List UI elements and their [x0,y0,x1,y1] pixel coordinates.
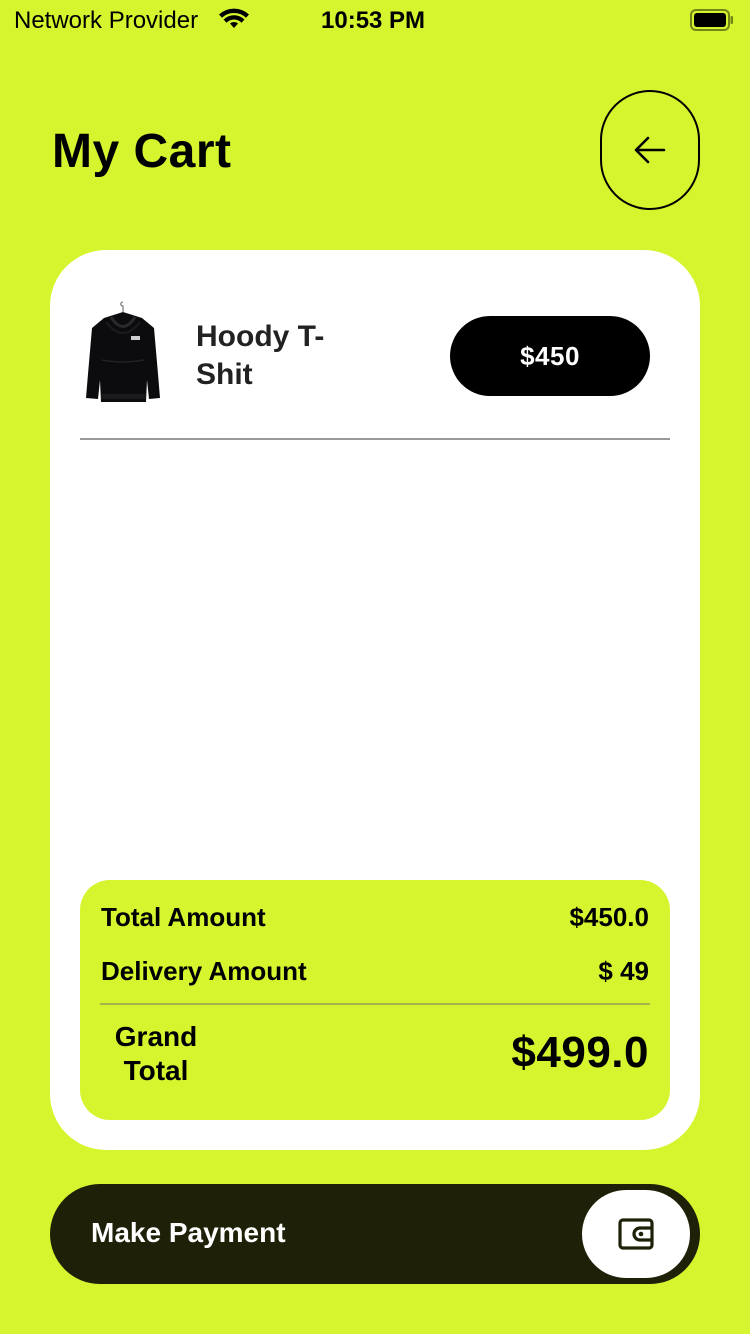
grand-total-value: $499.0 [511,1028,649,1077]
cart-item[interactable]: Hoody T-Shit $450 [80,298,670,416]
product-image [86,301,160,402]
cart-screen: Network Provider 10:53 PM My Cart Hoody … [0,0,750,1334]
wallet-button[interactable] [582,1190,690,1278]
total-amount-label: Total Amount [101,902,266,932]
status-time: 10:53 PM [321,7,426,34]
carrier-name: Network Provider [14,7,199,34]
page-title: My Cart [52,125,232,178]
grand-total-label: Grand Total [114,1021,198,1086]
delivery-amount-value: $ 49 [598,956,649,986]
wallet-icon [618,1218,654,1250]
status-bar: Network Provider 10:53 PM [0,0,750,40]
delivery-amount-label: Delivery Amount [101,956,307,986]
total-amount-value: $450.0 [569,902,649,932]
make-payment-label: Make Payment [91,1217,286,1248]
wifi-icon [219,8,249,28]
item-divider [80,438,670,440]
cart-card: Hoody T-Shit $450 Total Amount $450.0 De… [50,250,700,1150]
arrow-left-icon [634,136,666,164]
summary-divider [100,1003,650,1005]
battery-icon [690,9,733,31]
back-button[interactable] [600,90,700,210]
order-summary: Total Amount $450.0 Delivery Amount $ 49… [80,880,670,1120]
make-payment-button[interactable]: Make Payment [50,1184,700,1284]
price-badge: $450 [450,316,650,396]
product-name: Hoody T-Shit [196,320,325,391]
